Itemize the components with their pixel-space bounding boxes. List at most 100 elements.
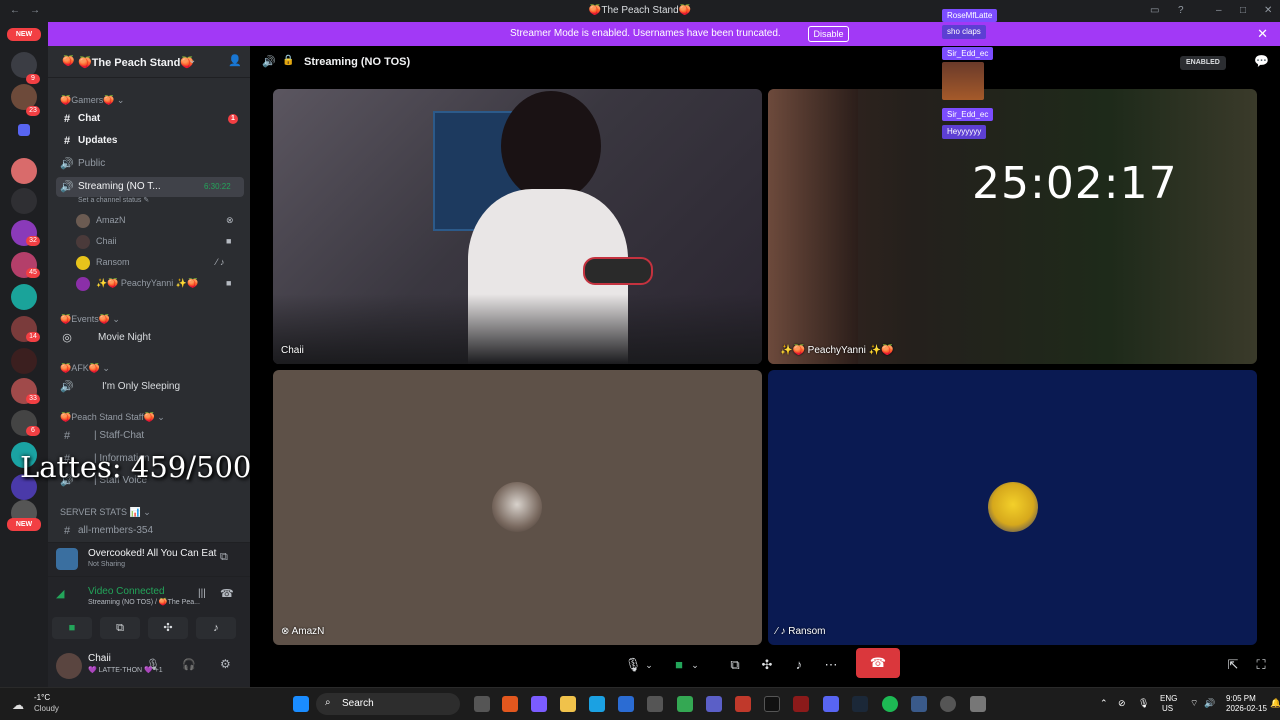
- maximize-icon[interactable]: □: [1240, 5, 1246, 16]
- close-window-icon[interactable]: ✕: [1264, 5, 1272, 16]
- category-server-stats[interactable]: SERVER STATS 📊 ⌄: [60, 507, 151, 518]
- notifications-icon[interactable]: 🔔: [1270, 698, 1280, 709]
- video-tile-ransom[interactable]: ⁄ ♪ Ransom: [768, 370, 1257, 645]
- chevron-up-icon[interactable]: ⌃: [1100, 698, 1108, 709]
- inbox-icon[interactable]: ▭: [1150, 5, 1159, 16]
- channel-staff-chat[interactable]: # | Staff-Chat: [56, 426, 244, 446]
- disable-button[interactable]: Disable: [808, 26, 849, 42]
- soundboard-button[interactable]: ♪: [786, 652, 812, 678]
- server-header[interactable]: 🍑 🍑The Peach Stand🍑 ⌄ 👤: [48, 46, 250, 78]
- app-icon[interactable]: [735, 696, 751, 712]
- channel-sleeping[interactable]: 🔊 I'm Only Sleeping: [56, 377, 244, 397]
- category-staff[interactable]: 🍑Peach Stand Staff🍑 ⌄: [60, 412, 165, 423]
- channel-streaming[interactable]: 🔊 Streaming (NO T... 6:30:22: [56, 177, 244, 197]
- channel-chat[interactable]: # Chat 1: [56, 109, 244, 129]
- voice-user-name: ✨🍑 PeachyYanni ✨🍑: [96, 278, 199, 288]
- voice-user-amazn[interactable]: AmazN: [76, 211, 126, 229]
- app-icon[interactable]: [970, 696, 986, 712]
- more-options-icon[interactable]: ⋯: [818, 652, 844, 678]
- activities-button[interactable]: ✣: [148, 617, 188, 639]
- headphones-icon[interactable]: 🎧: [182, 658, 196, 671]
- channel-movie-night[interactable]: ◎ Movie Night: [56, 328, 244, 348]
- soundboard-button[interactable]: ♪: [196, 617, 236, 639]
- chat-icon[interactable]: 💬: [1254, 54, 1269, 68]
- channel-all-members[interactable]: # all-members-354: [56, 521, 244, 541]
- category-events[interactable]: 🍑Events🍑 ⌄: [60, 314, 120, 325]
- region-label[interactable]: US: [1162, 704, 1173, 713]
- server-icon[interactable]: [11, 284, 37, 310]
- task-view-icon[interactable]: [474, 696, 490, 712]
- channel-updates[interactable]: # Updates: [56, 131, 244, 151]
- signal-icon[interactable]: ◢: [56, 587, 64, 600]
- stage-icon: ◎: [62, 332, 72, 344]
- channel-label: Updates: [78, 135, 118, 146]
- app-icon[interactable]: [618, 696, 634, 712]
- search-box[interactable]: ⌕ Search: [316, 693, 460, 715]
- file-explorer-icon[interactable]: [560, 696, 576, 712]
- video-button[interactable]: ■: [52, 617, 92, 639]
- microphone-icon[interactable]: 🎙: [146, 658, 160, 671]
- video-tile-amazn[interactable]: ⊗ AmazN: [273, 370, 762, 645]
- chevron-down-icon[interactable]: ⌄: [188, 55, 196, 66]
- store-icon[interactable]: [647, 696, 663, 712]
- network-off-icon[interactable]: ⊘: [1118, 698, 1126, 709]
- discord-icon[interactable]: [823, 696, 839, 712]
- obs-icon[interactable]: [940, 696, 956, 712]
- avatar[interactable]: [56, 653, 82, 679]
- folder-icon[interactable]: [18, 124, 30, 136]
- screen-share-button[interactable]: ⧉: [722, 652, 748, 678]
- app-icon[interactable]: [531, 696, 547, 712]
- teams-icon[interactable]: [706, 696, 722, 712]
- steam-icon[interactable]: [852, 696, 868, 712]
- tile-label: ⊗ AmazN: [281, 626, 324, 637]
- pop-out-icon[interactable]: ⇱: [1220, 652, 1246, 678]
- category-gamers[interactable]: 🍑Gamers🍑 ⌄: [60, 95, 124, 106]
- channel-header: 🔊 🔒 Streaming (NO TOS) ENABLED 💬: [250, 46, 1280, 78]
- activities-button[interactable]: ✣: [754, 652, 780, 678]
- voice-channel[interactable]: Streaming (NO TOS) / 🍑The Pea...: [88, 598, 200, 606]
- share-screen-icon[interactable]: ⧉: [220, 551, 228, 564]
- avatar: [76, 276, 90, 291]
- clock-time[interactable]: 9:05 PM: [1226, 694, 1256, 703]
- tiktok-icon[interactable]: [764, 696, 780, 712]
- hang-up-button[interactable]: ☎: [856, 648, 900, 678]
- spotify-icon[interactable]: [882, 696, 898, 712]
- chevron-down-icon[interactable]: ⌄: [688, 652, 702, 678]
- screen-share-button[interactable]: ⧉: [100, 617, 140, 639]
- voice-user-ransom[interactable]: Ransom: [76, 253, 130, 271]
- app-icon[interactable]: [911, 696, 927, 712]
- app-icon[interactable]: [793, 696, 809, 712]
- noise-suppression-icon[interactable]: |||: [198, 588, 206, 599]
- chevron-down-icon[interactable]: ⌄: [642, 652, 656, 678]
- clock-date[interactable]: 2026-02-15: [1226, 704, 1267, 713]
- video-tile-chaii[interactable]: Chaii: [273, 89, 762, 364]
- channel-title: Streaming (NO TOS): [304, 56, 411, 68]
- app-icon[interactable]: [502, 696, 518, 712]
- disconnect-icon[interactable]: ☎: [220, 587, 234, 600]
- voice-active-icon: 🔊: [60, 181, 74, 193]
- chrome-icon[interactable]: [677, 696, 693, 712]
- microphone-icon[interactable]: 🎙: [1138, 698, 1149, 709]
- add-member-icon[interactable]: 👤: [228, 54, 242, 67]
- volume-icon[interactable]: 🔊: [1204, 698, 1215, 709]
- server-icon[interactable]: [11, 158, 37, 184]
- voice-user-peachy[interactable]: ✨🍑 PeachyYanni ✨🍑: [76, 274, 198, 292]
- server-icon[interactable]: [11, 348, 37, 374]
- video-tile-peachy[interactable]: ✨🍑 PeachyYanni ✨🍑: [768, 89, 1257, 364]
- help-icon[interactable]: ?: [1178, 5, 1184, 16]
- fullscreen-icon[interactable]: ⛶: [1248, 652, 1274, 678]
- lock-icon: 🔒: [282, 55, 295, 66]
- start-icon[interactable]: [293, 696, 309, 712]
- language-label[interactable]: ENG: [1160, 694, 1177, 703]
- edge-icon[interactable]: [589, 696, 605, 712]
- close-banner-icon[interactable]: ✕: [1257, 26, 1268, 42]
- wifi-icon[interactable]: ⌔: [1190, 698, 1198, 709]
- category-afk[interactable]: 🍑AFK🍑 ⌄: [60, 363, 110, 374]
- channel-status[interactable]: Set a channel status ✎: [78, 196, 149, 204]
- minimize-icon[interactable]: –: [1216, 5, 1222, 16]
- voice-user-chaii[interactable]: Chaii: [76, 232, 117, 250]
- channel-public[interactable]: 🔊 Public: [56, 154, 244, 174]
- enabled-badge[interactable]: ENABLED: [1180, 56, 1226, 70]
- settings-icon[interactable]: ⚙: [220, 657, 231, 671]
- server-icon[interactable]: [11, 188, 37, 214]
